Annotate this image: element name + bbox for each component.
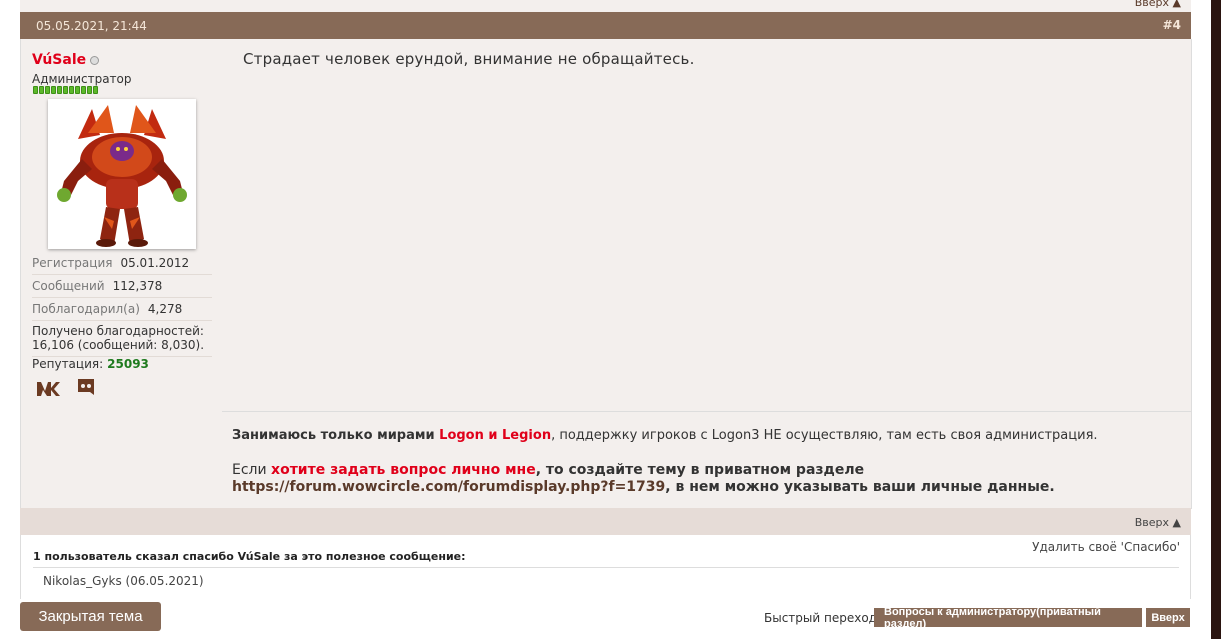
stat-registration-value: 05.01.2012 bbox=[120, 256, 190, 270]
post-footer: Вверх ▲ bbox=[20, 508, 1191, 535]
top-link[interactable]: Вверх ▲ bbox=[1135, 516, 1181, 529]
stat-thanked-label: Поблагодарил(а) bbox=[32, 302, 140, 316]
stat-thanks-received: Получено благодарностей: 16,106 (сообщен… bbox=[32, 324, 212, 357]
offline-status-icon bbox=[90, 55, 100, 65]
warcraft-character-avatar bbox=[48, 99, 196, 249]
reputation-pip bbox=[45, 86, 50, 94]
signature-highlight: Logon и Legion bbox=[439, 428, 552, 443]
thanks-box: Удалить своё 'Спасибо' 1 пользователь ск… bbox=[20, 535, 1191, 599]
signature-line-2: Если хотите задать вопрос лично мне, то … bbox=[232, 462, 1172, 496]
stat-posts-label: Сообщений bbox=[32, 279, 105, 293]
private-section-link[interactable]: https://forum.wowcircle.com/forumdisplay… bbox=[232, 479, 665, 495]
vk-icon bbox=[37, 382, 60, 396]
reputation-pip bbox=[87, 86, 92, 94]
stat-posts-value: 112,378 bbox=[112, 279, 163, 293]
post-header: 05.05.2021, 21:44 #4 bbox=[20, 12, 1191, 39]
signature-text: Если bbox=[232, 462, 272, 478]
vk-link[interactable] bbox=[35, 377, 61, 399]
stat-thanked: Поблагодарил(а) 4,278 bbox=[32, 302, 212, 321]
top-link[interactable]: Вверх ▲ bbox=[1135, 0, 1181, 9]
quick-nav-label: Быстрый переход bbox=[764, 611, 877, 625]
stat-registration: Регистрация 05.01.2012 bbox=[32, 256, 212, 275]
stat-registration-label: Регистрация bbox=[32, 256, 113, 270]
remove-thanks-link[interactable]: Удалить своё 'Спасибо' bbox=[1032, 540, 1180, 554]
discord-icon bbox=[78, 379, 94, 395]
user-signature: Занимаюсь только мирами Logon и Legion, … bbox=[222, 411, 1192, 509]
reputation-pip bbox=[39, 86, 44, 94]
previous-post-footer: Вверх ▲ bbox=[20, 0, 1191, 12]
stat-thanks-received-value: 16,106 (сообщений: 8,030). bbox=[32, 338, 205, 352]
post-date: 05.05.2021, 21:44 bbox=[36, 19, 147, 33]
reputation-pip bbox=[33, 86, 38, 94]
user-info-panel: VúSale Администратор Регистрация 05.01.2… bbox=[20, 39, 222, 508]
quick-nav-go-button[interactable]: Вверх bbox=[1146, 608, 1190, 627]
signature-text: , в нем можно указывать ваши личные данн… bbox=[665, 479, 1055, 495]
username-text: VúSale bbox=[32, 52, 87, 68]
reputation-value: 25093 bbox=[107, 357, 149, 371]
discord-link[interactable] bbox=[75, 377, 101, 399]
reputation-pip bbox=[81, 86, 86, 94]
page-right-edge bbox=[1211, 0, 1221, 639]
reputation-bar bbox=[33, 86, 99, 94]
thanks-divider bbox=[33, 567, 1179, 568]
post-body: Страдает человек ерундой, внимание не об… bbox=[222, 39, 1192, 411]
reputation-pip bbox=[63, 86, 68, 94]
reputation-pip bbox=[69, 86, 74, 94]
signature-text: , то создайте тему в приватном разделе bbox=[535, 462, 865, 478]
quick-nav-selected-value: Вопросы к администратору(приватный разде… bbox=[884, 605, 1101, 630]
reputation-pip bbox=[57, 86, 62, 94]
reputation-pip bbox=[75, 86, 80, 94]
signature-text: , поддержку игроков с Logon3 НЕ осуществ… bbox=[551, 428, 1098, 443]
user-title: Администратор bbox=[32, 72, 132, 86]
thanks-title: 1 пользователь сказал спасибо VúSale за … bbox=[33, 550, 466, 563]
reputation: Репутация: 25093 bbox=[32, 357, 149, 371]
closed-thread-button[interactable]: Закрытая тема bbox=[20, 602, 161, 631]
stat-thanked-value: 4,278 bbox=[147, 302, 183, 316]
post-message: Страдает человек ерундой, внимание не об… bbox=[243, 50, 695, 68]
reputation-label: Репутация: bbox=[32, 357, 104, 371]
reputation-pip bbox=[93, 86, 98, 94]
signature-text: Занимаюсь только мирами bbox=[232, 428, 440, 443]
stat-posts: Сообщений 112,378 bbox=[32, 279, 212, 298]
signature-highlight: хотите задать вопрос лично мне bbox=[271, 462, 536, 478]
user-avatar[interactable] bbox=[48, 99, 196, 249]
reputation-pip bbox=[51, 86, 56, 94]
username-link[interactable]: VúSale bbox=[32, 52, 100, 68]
signature-line-1: Занимаюсь только мирами Logon и Legion, … bbox=[232, 428, 1172, 443]
post-number-link[interactable]: #4 bbox=[1163, 18, 1181, 32]
stat-thanks-received-label: Получено благодарностей: bbox=[32, 324, 204, 338]
thanks-user-link[interactable]: Nikolas_Gyks (06.05.2021) bbox=[43, 574, 204, 588]
quick-nav-select[interactable]: Вопросы к администратору(приватный разде… bbox=[874, 605, 1142, 630]
